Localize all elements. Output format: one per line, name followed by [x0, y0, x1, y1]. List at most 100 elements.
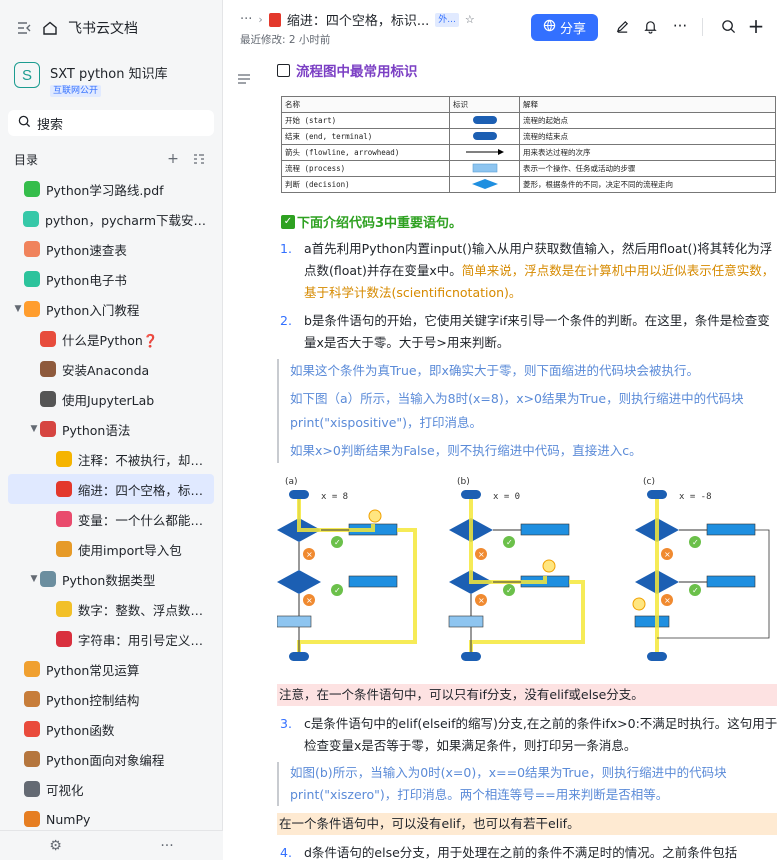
share-button[interactable]: 分享	[531, 14, 598, 41]
sidebar-item[interactable]: 字符串：用引号定义的...	[8, 624, 214, 654]
sidebar-item-label: Python学习路线.pdf	[46, 182, 164, 198]
breadcrumb-more[interactable]: ···	[240, 12, 252, 27]
table-cell: 开始 (start)	[281, 112, 450, 129]
sidebar-item[interactable]: 使用JupyterLab	[8, 384, 214, 414]
svg-text:✓: ✓	[692, 538, 699, 547]
table-row: 流程 (process) 表示一个操作、任务或活动的步骤	[281, 160, 776, 177]
table-row: 开始 (start) 流程的起始点	[281, 112, 776, 129]
sidebar-item[interactable]: Python面向对象编程	[8, 744, 214, 774]
expand-arrow-icon[interactable]: ▼	[28, 574, 40, 584]
table-cell: 流程的起始点	[519, 112, 776, 129]
svg-text:✓: ✓	[506, 586, 513, 595]
sidebar-item[interactable]: Python常见运算	[8, 654, 214, 684]
sidebar-item-label: Python控制结构	[46, 692, 140, 708]
sidebar-item-label: Python入门教程	[46, 302, 140, 318]
home-icon[interactable]	[42, 20, 58, 36]
diagram-c-value: x = -8	[679, 492, 712, 502]
app-brand[interactable]: 飞书云文档	[68, 18, 138, 38]
sidebar-item[interactable]: 使用import导入包	[8, 534, 214, 564]
sidebar-item[interactable]: ▼ Python入门教程	[8, 294, 214, 324]
symbol-cell	[449, 144, 520, 161]
search-icon	[18, 115, 31, 132]
diagram-a-label: (a)	[285, 477, 298, 487]
create-icon[interactable]: +	[746, 14, 766, 38]
sidebar-item-label: Python常见运算	[46, 662, 140, 678]
process-box	[348, 575, 398, 588]
page-icon	[24, 811, 40, 827]
chevron-right-icon: ›	[258, 13, 263, 26]
page-icon	[40, 391, 56, 407]
settings-icon[interactable]: ⚙	[49, 838, 62, 854]
svg-text:×: ×	[478, 550, 485, 559]
todo-checkbox[interactable]	[277, 63, 290, 77]
collapse-sidebar-icon[interactable]	[16, 20, 32, 36]
more-icon[interactable]: ···	[160, 838, 173, 854]
tree-view-icon[interactable]	[190, 150, 208, 168]
table-cell: 判断 (decision)	[281, 176, 450, 193]
terminal-symbol	[472, 115, 497, 124]
sidebar-item[interactable]: 缩进：四个空格，标识...	[8, 474, 214, 504]
sidebar-item[interactable]: Python控制结构	[8, 684, 214, 714]
table-header-row: 名称 标识 解释	[281, 96, 776, 113]
start-terminal	[647, 490, 667, 499]
process-box	[706, 523, 756, 536]
external-badge: 外...	[435, 12, 459, 27]
more-options-icon[interactable]: ···	[670, 16, 690, 36]
diagram-a: (a) x = 8 × ✓ × ✓	[277, 477, 417, 661]
search-box[interactable]: 搜索	[8, 110, 214, 136]
table-cell: 表示一个操作、任务或活动的步骤	[519, 160, 776, 177]
doc-header: ··· › 缩进：四个空格，标识... 外... ☆ 最近修改: 2 小时前 分…	[224, 0, 784, 52]
doc-content: 流程图中最常用标识 名称 标识 解释 开始 (start) 流程的起始点 结束 (e…	[224, 52, 784, 860]
search-label: 搜索	[37, 117, 64, 133]
sidebar-item[interactable]: 变量：一个什么都能装...	[8, 504, 214, 534]
sidebar-item[interactable]: python，pycharm下载安装教...	[8, 204, 214, 234]
page-icon	[55, 511, 72, 527]
sidebar-item[interactable]: 安装Anaconda	[8, 354, 214, 384]
sidebar-item[interactable]: ▼ Python语法	[8, 414, 214, 444]
sidebar: 飞书云文档 S SXT python 知识库 互联网公开 搜索 目录 + Pyt…	[0, 0, 223, 860]
outline-icon[interactable]	[237, 72, 251, 90]
expand-arrow-icon[interactable]: ▼	[28, 424, 40, 434]
sidebar-item-label: Python数据类型	[62, 572, 156, 588]
edit-icon[interactable]	[612, 16, 632, 36]
svg-text:×: ×	[478, 596, 485, 605]
sidebar-item[interactable]: 注释：不被执行，却很...	[8, 444, 214, 474]
table-cell: 用来表达过程的次序	[519, 144, 776, 161]
blockquote: 如果这个条件为真True，即x确实大于零，则下面缩进的代码块会被执行。 如下图（…	[277, 359, 779, 463]
sidebar-item[interactable]: 可视化	[8, 774, 214, 804]
sidebar-item[interactable]: 数字：整数、浮点数、...	[8, 594, 214, 624]
toc-header: 目录 +	[0, 144, 222, 174]
add-icon[interactable]: +	[164, 150, 182, 168]
sidebar-item-label: 可视化	[46, 782, 84, 798]
search-doc-icon[interactable]	[718, 16, 738, 36]
knowledge-base-header[interactable]: S SXT python 知识库 互联网公开	[0, 56, 222, 102]
sidebar-item-label: Python语法	[62, 422, 131, 438]
green-callout: ✓ 下面介绍代码3中重要语句。	[281, 212, 462, 231]
bell-icon[interactable]	[640, 16, 660, 36]
sidebar-item-label: NumPy	[46, 811, 91, 827]
expand-arrow-icon[interactable]: ▼	[12, 304, 24, 314]
note-orange: 在一个条件语句中，可以没有elif，也可以有若干elif。	[277, 813, 777, 835]
sidebar-item[interactable]: Python电子书	[8, 264, 214, 294]
table-cell: 菱形，根据条件的不同，决定不同的流程走向	[519, 176, 776, 193]
terminal-symbol	[472, 131, 497, 140]
checkmark-icon: ✓	[281, 214, 295, 229]
end-terminal	[289, 652, 309, 661]
sidebar-item[interactable]: Python学习路线.pdf	[8, 174, 214, 204]
sidebar-item[interactable]: 什么是Python❓	[8, 324, 214, 354]
table-cell: 流程 (process)	[281, 160, 450, 177]
doc-title[interactable]: 缩进：四个空格，标识...	[287, 10, 429, 29]
svg-text:×: ×	[664, 596, 671, 605]
list-text: c是条件语句中的elif(elseif的缩写)分支,在之前的条件ifx>0:不满…	[304, 716, 778, 753]
breadcrumb: ··· › 缩进：四个空格，标识... 外... ☆	[240, 10, 475, 29]
sidebar-item[interactable]: ▼ Python数据类型	[8, 564, 214, 594]
list-number: 4.	[280, 845, 292, 860]
quote-line: 如果这个条件为真True，即x确实大于零，则下面缩进的代码块会被执行。	[290, 363, 699, 378]
diagram-c: (c) x = -8 × ✓ × ✓	[632, 477, 770, 661]
sidebar-item[interactable]: Python函数	[8, 714, 214, 744]
globe-icon	[543, 19, 556, 36]
section-heading: 流程图中最常用标识	[277, 60, 418, 80]
pin-icon[interactable]: ☆	[465, 13, 475, 26]
sidebar-item[interactable]: Python速查表	[8, 234, 214, 264]
page-icon	[24, 301, 40, 317]
